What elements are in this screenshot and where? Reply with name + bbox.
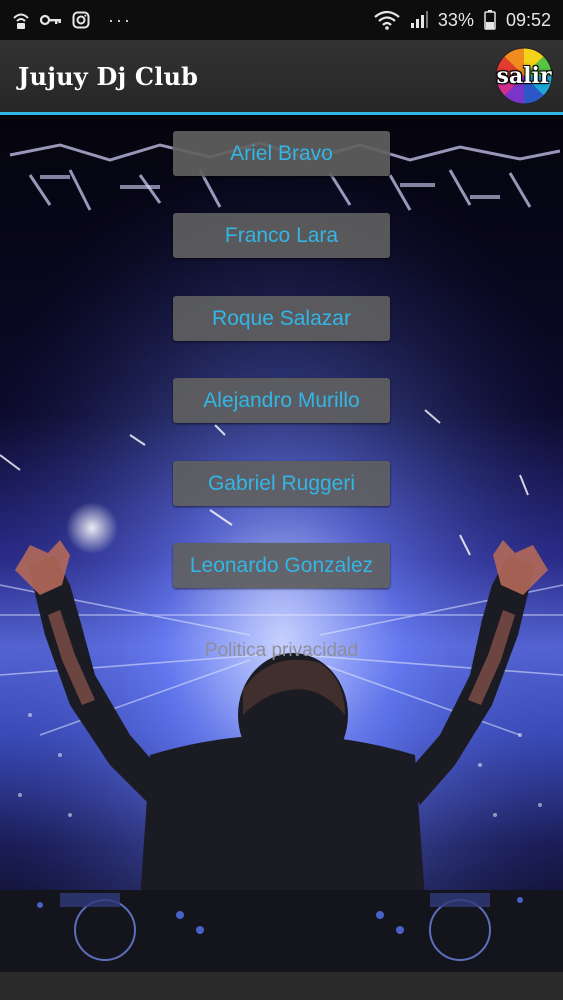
exit-button[interactable]: salir	[491, 46, 557, 106]
dj-button-franco-lara[interactable]: Franco Lara	[173, 213, 390, 258]
exit-label: salir	[496, 63, 552, 89]
app-title: Jujuy Dj Club	[18, 61, 199, 91]
dj-button-leonardo-gonzalez[interactable]: Leonardo Gonzalez	[173, 543, 390, 588]
screen: ··· 33% 09:52 Jujuy Dj Club salir Ariel …	[0, 0, 563, 1000]
status-bar-left: ···	[12, 10, 132, 31]
battery-icon	[484, 10, 496, 30]
wifi-lock-icon	[12, 10, 30, 30]
clock: 09:52	[505, 9, 551, 30]
dj-button-alejandro-murillo[interactable]: Alejandro Murillo	[173, 378, 390, 423]
privacy-policy-link[interactable]: Politica privacidad	[0, 640, 563, 662]
battery-percent: 33%	[437, 9, 474, 30]
dj-button-ariel-bravo[interactable]: Ariel Bravo	[173, 131, 390, 176]
dj-button-gabriel-ruggeri[interactable]: Gabriel Ruggeri	[173, 461, 390, 506]
wifi-icon	[374, 10, 400, 30]
instagram-icon	[72, 11, 90, 29]
more-icon: ···	[108, 9, 132, 30]
signal-icon	[410, 11, 428, 29]
dj-button-roque-salazar[interactable]: Roque Salazar	[173, 296, 390, 341]
key-icon	[40, 13, 62, 27]
status-bar: ··· 33% 09:52	[0, 0, 563, 40]
app-bar: Jujuy Dj Club salir	[0, 40, 563, 112]
navigation-bar	[0, 972, 563, 1000]
status-bar-right: 33% 09:52	[374, 10, 551, 31]
